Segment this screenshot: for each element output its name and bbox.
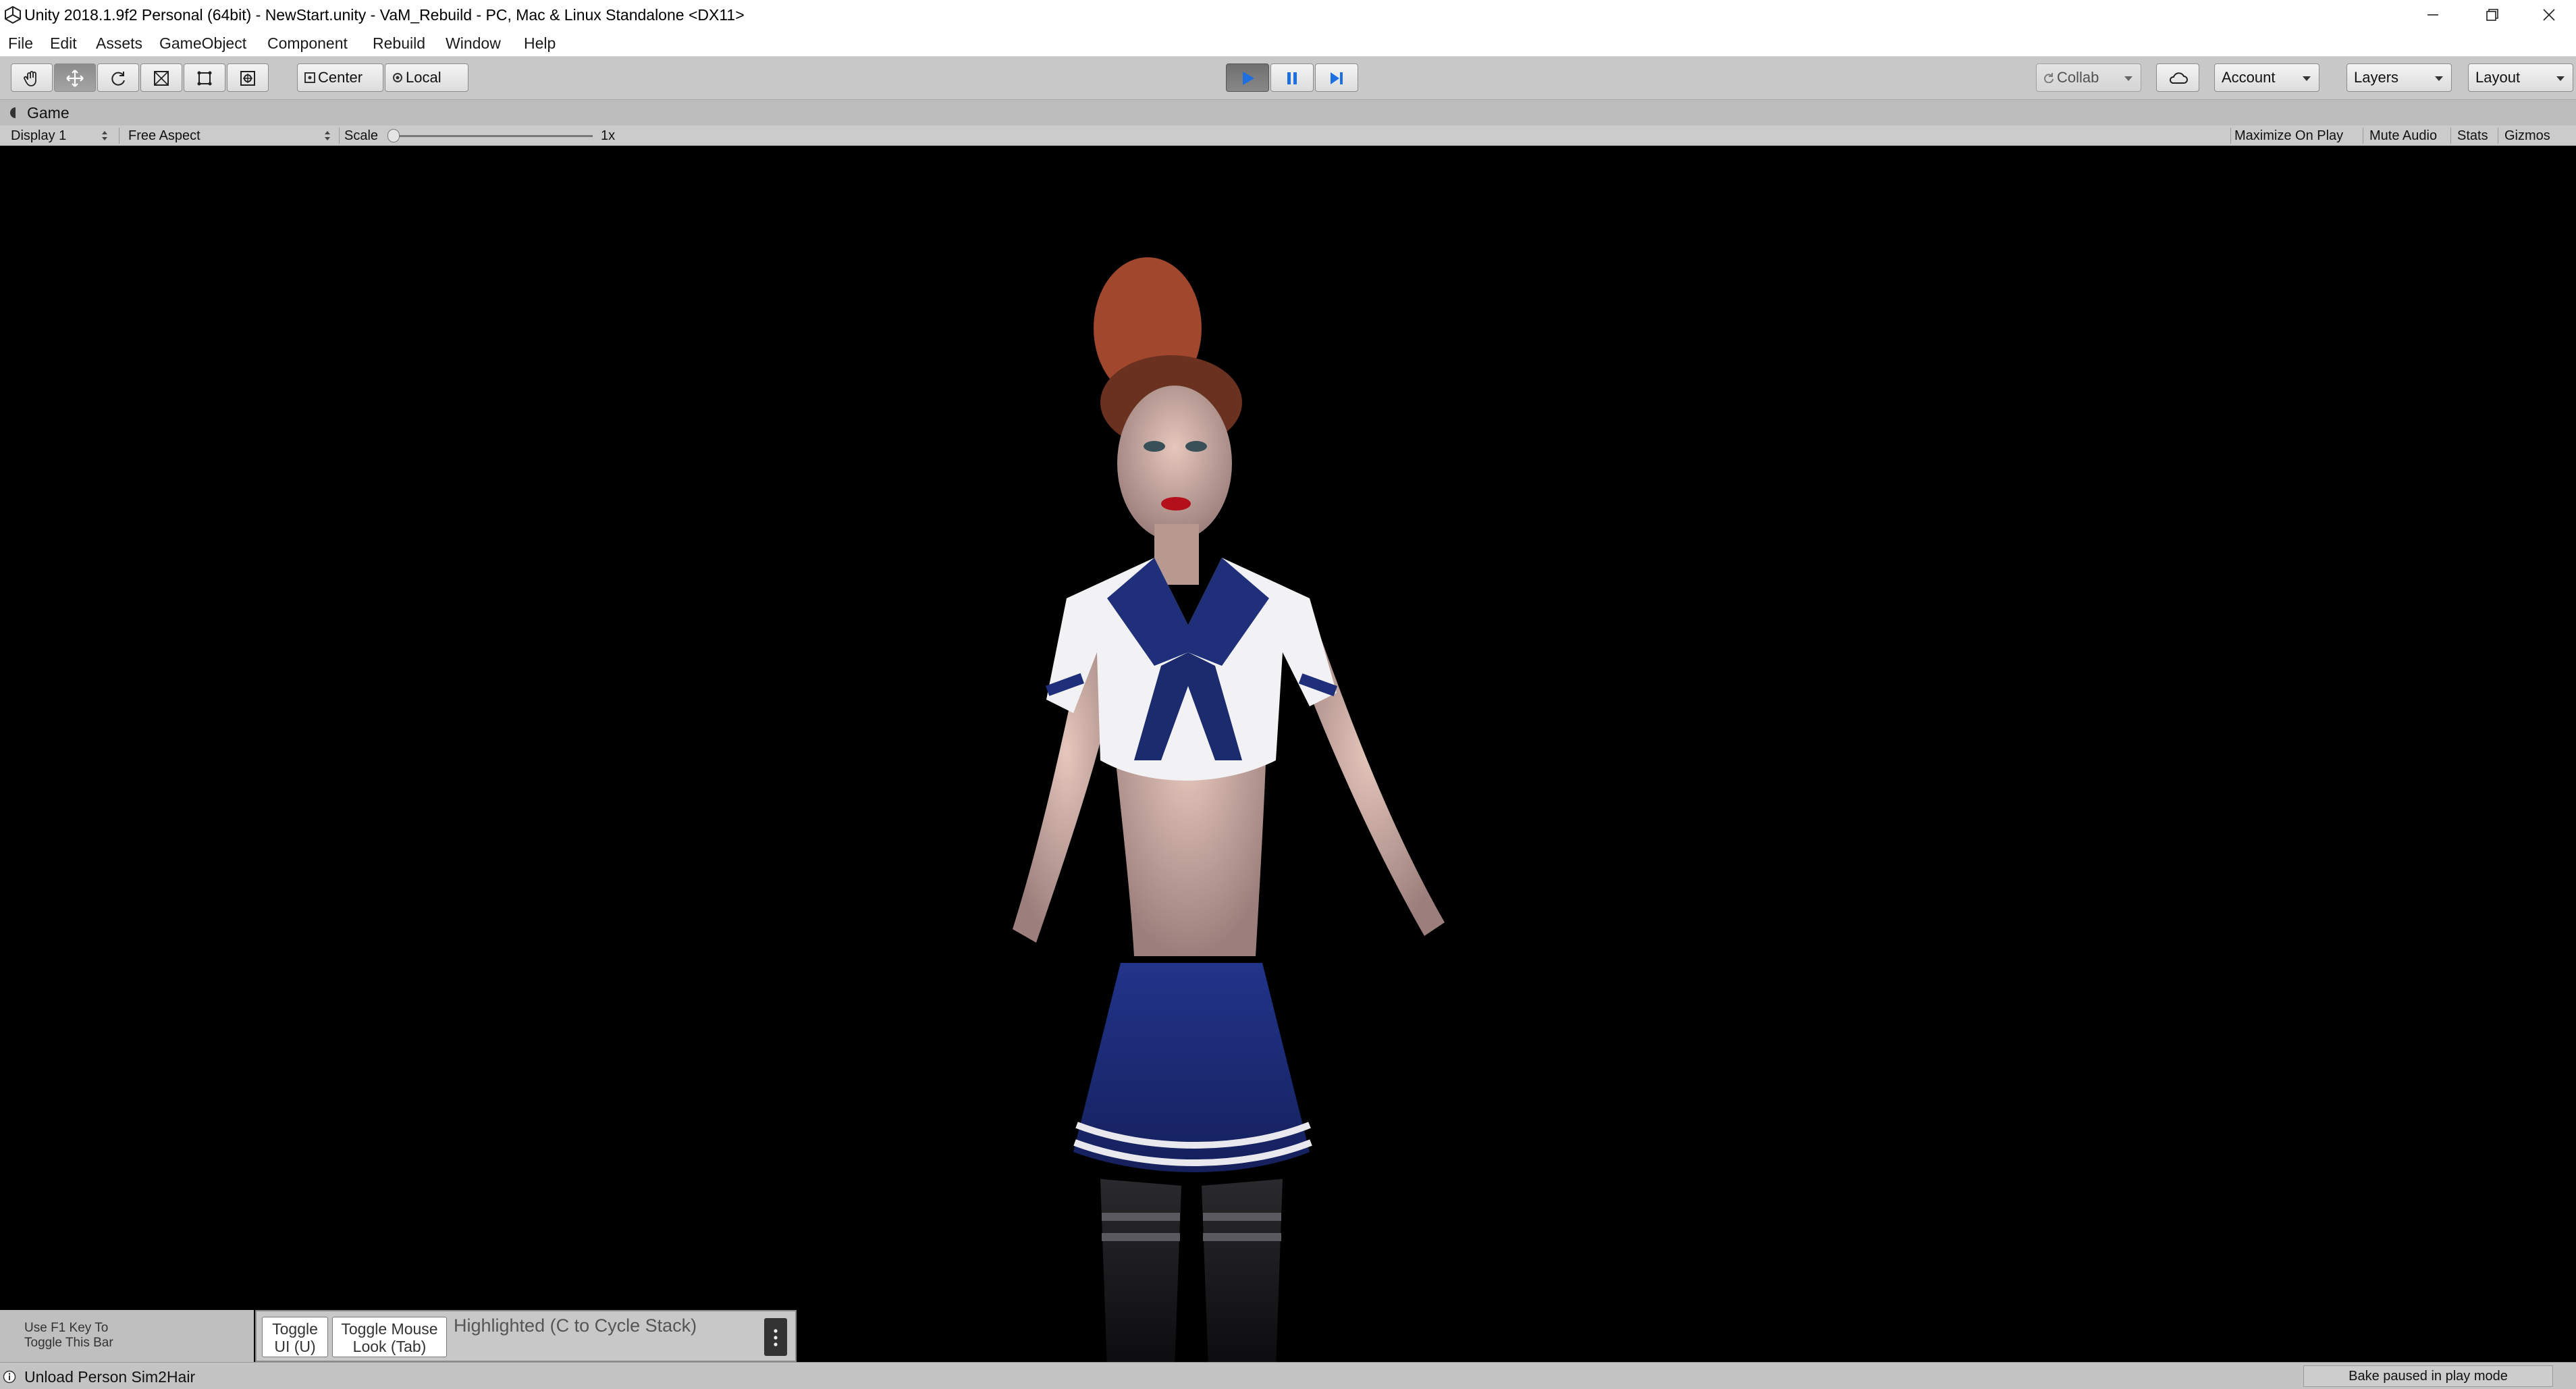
- minimize-icon: [2427, 14, 2438, 16]
- menu-rebuild[interactable]: Rebuild: [373, 33, 425, 53]
- scale-slider-track[interactable]: [393, 135, 593, 137]
- status-message[interactable]: Unload Person Sim2Hair: [24, 1367, 195, 1387]
- menu-bar: File Edit Assets GameObject Component Re…: [0, 30, 2576, 57]
- collab-button[interactable]: Collab: [2036, 63, 2141, 92]
- display-dropdown[interactable]: Display 1: [1, 126, 113, 146]
- rect-icon: [197, 71, 212, 86]
- pivot-local-icon: [393, 73, 402, 82]
- maximize-icon: [2486, 9, 2498, 21]
- layout-dropdown[interactable]: Layout: [2468, 63, 2573, 92]
- game-view-toolbar: Display 1 Free Aspect Scale 1x Maximize …: [0, 126, 2576, 146]
- display-label: Display 1: [11, 128, 67, 143]
- game-controller-icon: [10, 107, 16, 118]
- move-tool-button[interactable]: [54, 63, 96, 92]
- rect-tool-button[interactable]: [184, 63, 225, 92]
- aspect-dropdown[interactable]: Free Aspect: [119, 126, 336, 146]
- move-icon: [66, 70, 84, 87]
- close-button[interactable]: [2522, 0, 2576, 30]
- scale-icon: [154, 71, 169, 86]
- main-toolbar: Center Local Collab Account Layers Layou…: [0, 57, 2576, 100]
- more-vertical-icon: [774, 1329, 778, 1346]
- window-title: Unity 2018.1.9f2 Personal (64bit) - NewS…: [24, 6, 745, 24]
- account-dropdown[interactable]: Account: [2214, 63, 2319, 92]
- menu-assets[interactable]: Assets: [96, 33, 142, 53]
- scale-slider-thumb[interactable]: [387, 129, 400, 142]
- toggle-look-line2: Look (Tab): [352, 1338, 427, 1355]
- menu-gameobject[interactable]: GameObject: [159, 33, 246, 53]
- updown-arrow-icon: [102, 131, 107, 140]
- toggle-ui-line1: Toggle: [272, 1320, 318, 1338]
- step-button[interactable]: [1315, 63, 1358, 92]
- hand-icon: [24, 71, 36, 86]
- toggle-mouse-look-button[interactable]: Toggle Mouse Look (Tab): [332, 1317, 447, 1357]
- step-icon: [1331, 72, 1343, 84]
- hint-line-1: Use F1 Key To: [24, 1321, 109, 1335]
- mute-audio-toggle[interactable]: Mute Audio: [2360, 126, 2437, 146]
- scale-tool-button[interactable]: [140, 63, 182, 92]
- pivot-center-button[interactable]: Center: [297, 63, 383, 92]
- minimize-button[interactable]: [2406, 0, 2460, 30]
- transform-icon: [240, 71, 255, 86]
- toggle-look-line1: Toggle Mouse: [341, 1320, 438, 1338]
- maximize-button[interactable]: [2465, 0, 2519, 30]
- pause-button[interactable]: [1270, 63, 1314, 92]
- chevron-down-icon: [2435, 76, 2443, 81]
- highlighted-label: Highlighted (C to Cycle Stack): [454, 1315, 697, 1336]
- status-bar: Unload Person Sim2Hair Bake paused in pl…: [0, 1362, 2576, 1389]
- close-icon: [2543, 9, 2555, 21]
- aspect-label: Free Aspect: [128, 128, 200, 143]
- tab-game[interactable]: Game: [27, 103, 70, 123]
- rotate-icon: [111, 72, 125, 86]
- toggle-ui-line2: UI (U): [274, 1338, 316, 1355]
- play-icon: [1243, 72, 1254, 85]
- cloud-icon: [2169, 72, 2188, 84]
- updown-arrow-icon: [325, 131, 330, 140]
- scale-value: 1x: [601, 128, 616, 143]
- collab-icon: [2044, 73, 2054, 83]
- chevron-down-icon: [2556, 76, 2565, 81]
- info-icon: [3, 1370, 16, 1384]
- character-render: [1013, 257, 1445, 1362]
- maximize-on-play-toggle[interactable]: Maximize On Play: [2225, 126, 2343, 146]
- stats-toggle[interactable]: Stats: [2448, 126, 2488, 146]
- vam-control-bar: Toggle UI (U) Toggle Mouse Look (Tab) Hi…: [255, 1310, 797, 1362]
- unity-logo-icon: [5, 5, 21, 24]
- play-button[interactable]: [1226, 63, 1269, 92]
- toggle-ui-button[interactable]: Toggle UI (U): [262, 1317, 328, 1357]
- game-tab-strip: Game: [0, 100, 2576, 126]
- menu-component[interactable]: Component: [267, 33, 348, 53]
- chevron-down-icon: [2303, 76, 2311, 81]
- hint-line-2: Toggle This Bar: [24, 1336, 113, 1350]
- game-viewport[interactable]: [0, 146, 2576, 1362]
- more-button[interactable]: [764, 1318, 787, 1356]
- gizmos-dropdown[interactable]: Gizmos: [2495, 126, 2550, 146]
- scale-label: Scale: [344, 128, 379, 143]
- layers-dropdown[interactable]: Layers: [2346, 63, 2452, 92]
- rotate-tool-button[interactable]: [97, 63, 139, 92]
- window-title-bar: Unity 2018.1.9f2 Personal (64bit) - NewS…: [0, 0, 2576, 30]
- bake-status: Bake paused in play mode: [2303, 1365, 2553, 1387]
- pivot-center-icon: [304, 72, 315, 83]
- menu-help[interactable]: Help: [524, 33, 556, 53]
- menu-window[interactable]: Window: [446, 33, 501, 53]
- chevron-down-icon: [2124, 76, 2132, 81]
- menu-edit[interactable]: Edit: [50, 33, 77, 53]
- pivot-local-button[interactable]: Local: [385, 63, 468, 92]
- transform-tool-button[interactable]: [227, 63, 269, 92]
- menu-file[interactable]: File: [8, 33, 33, 53]
- hand-tool-button[interactable]: [11, 63, 53, 92]
- f1-hint-panel: Use F1 Key To Toggle This Bar: [0, 1310, 254, 1362]
- cloud-button[interactable]: [2156, 63, 2199, 92]
- pause-icon: [1287, 72, 1297, 84]
